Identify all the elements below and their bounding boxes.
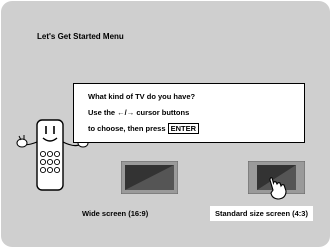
- pointing-hand-icon: [264, 176, 290, 207]
- instruction-line-3-text: to choose, then press: [88, 124, 166, 133]
- instruction-line-1: What kind of TV do you have?: [88, 92, 196, 101]
- menu-title: Let's Get Started Menu: [37, 32, 124, 41]
- standard-screen-option[interactable]: Standard size screen (4:3): [210, 206, 313, 221]
- menu-screen: Let's Get Started Menu What kind of TV d…: [1, 1, 330, 247]
- instruction-line-3: to choose, then press ENTER: [88, 123, 200, 134]
- wide-screen-tv-icon[interactable]: [121, 161, 178, 194]
- enter-key-label: ENTER: [167, 123, 200, 134]
- wide-screen-option[interactable]: Wide screen (16:9): [82, 209, 148, 218]
- instruction-line-2: Use the ←/→ cursor buttons: [88, 108, 190, 117]
- instruction-box: What kind of TV do you have? Use the ←/→…: [73, 83, 305, 143]
